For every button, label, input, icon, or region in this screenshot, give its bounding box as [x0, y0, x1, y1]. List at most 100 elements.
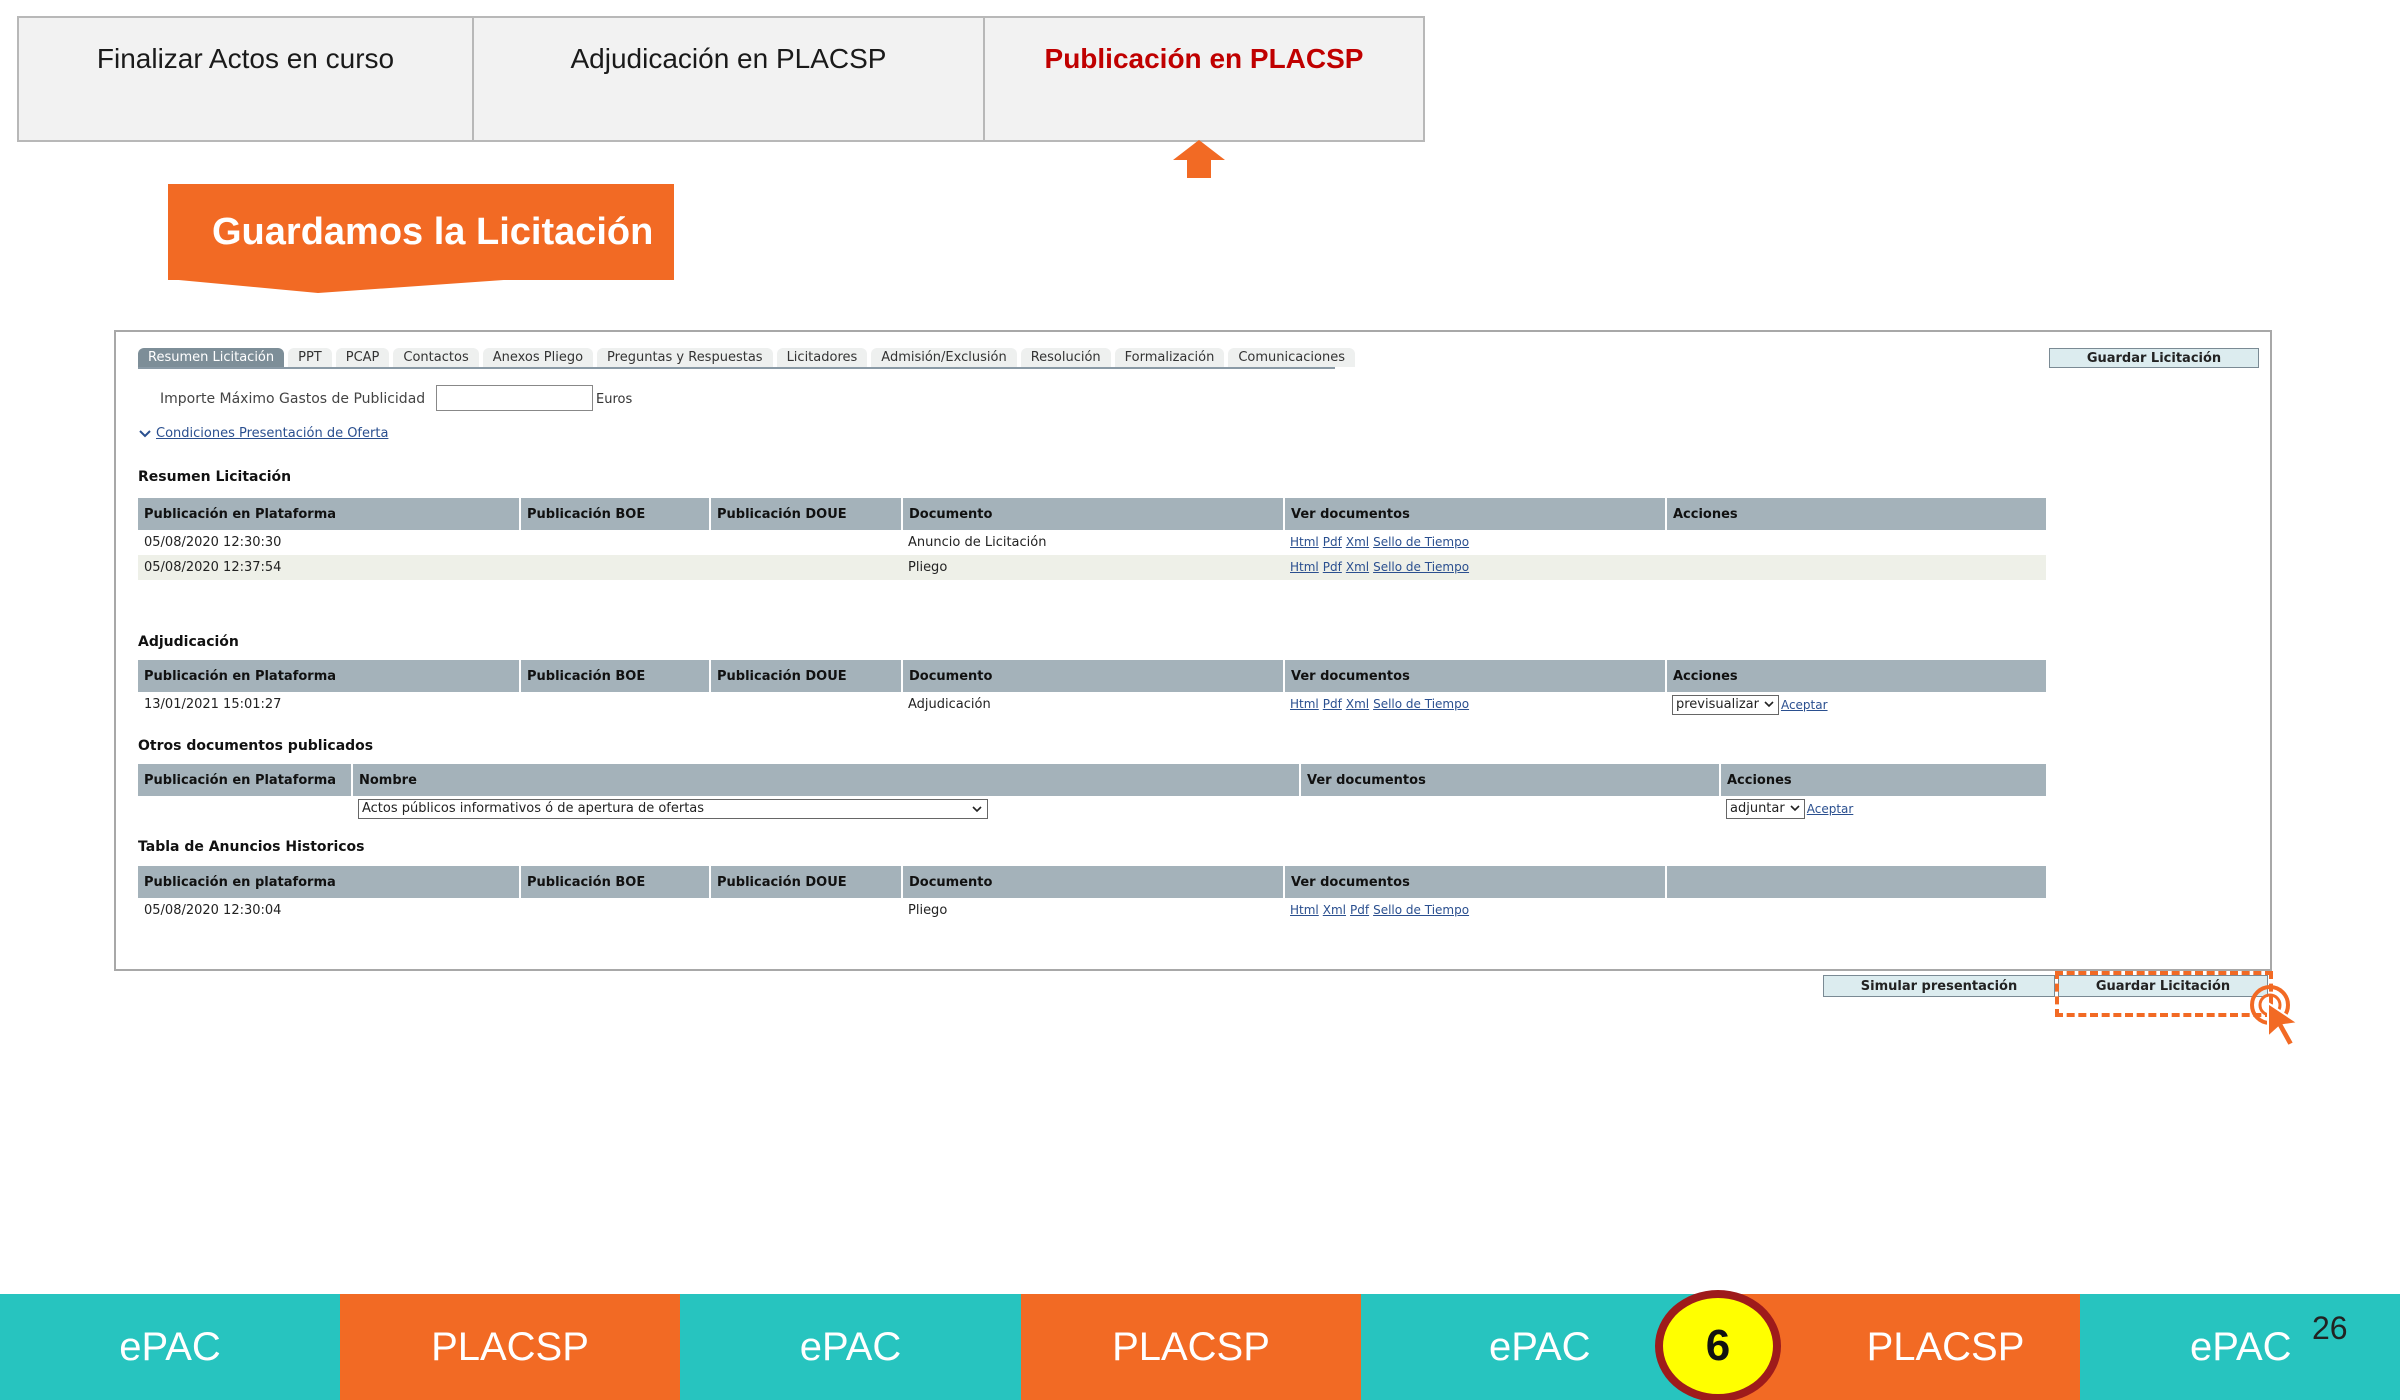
cell-boe [520, 692, 710, 717]
resumen-table: Publicación en Plataforma Publicación BO… [138, 498, 2046, 580]
importe-input[interactable] [436, 385, 593, 411]
cell-acciones [1666, 555, 2046, 580]
condiciones-link[interactable]: Condiciones Presentación de Oferta [156, 426, 388, 441]
cell-documento: Anuncio de Licitación [908, 535, 1047, 550]
tab-comunicaciones[interactable]: Comunicaciones [1228, 347, 1355, 367]
tab-admision-exclusion[interactable]: Admisión/Exclusión [871, 347, 1017, 367]
col-publicacion-plataforma: Publicación en plataforma [138, 866, 521, 898]
footer-epac: ePAC [680, 1294, 1021, 1400]
cell-documento: Adjudicación [908, 697, 991, 712]
tab-contactos[interactable]: Contactos [393, 347, 479, 367]
aceptar-link[interactable]: Aceptar [1807, 802, 1854, 816]
process-steps: Finalizar Actos en curso Adjudicación en… [17, 16, 1425, 142]
chevron-down-icon [1790, 805, 1800, 812]
select-value: previsualizar [1676, 696, 1759, 712]
table-row: Actos públicos informativos ó de apertur… [138, 796, 2046, 821]
col-empty [1666, 866, 2046, 898]
section-otros-title: Otros documentos publicados [138, 738, 374, 754]
cell-boe [520, 530, 710, 555]
col-acciones: Acciones [1720, 764, 2046, 796]
col-documento: Documento [902, 498, 1285, 530]
cell-acciones [1666, 530, 2046, 555]
aceptar-link[interactable]: Aceptar [1781, 698, 1828, 712]
xml-link[interactable]: Xml [1346, 560, 1369, 574]
condiciones-toggle[interactable]: Condiciones Presentación de Oferta [138, 426, 388, 441]
tab-preguntas-respuestas[interactable]: Preguntas y Respuestas [597, 347, 773, 367]
cell-doue [710, 692, 902, 717]
callout-banner: Guardamos la Licitación [168, 184, 674, 280]
xml-link[interactable]: Xml [1323, 903, 1346, 917]
tab-anexos-pliego[interactable]: Anexos Pliego [482, 347, 594, 367]
xml-link[interactable]: Xml [1346, 535, 1369, 549]
tab-ppt[interactable]: PPT [288, 347, 332, 367]
html-link[interactable]: Html [1290, 903, 1319, 917]
tab-licitadores[interactable]: Licitadores [776, 347, 868, 367]
adjuntar-select[interactable]: adjuntar [1726, 798, 1805, 819]
col-ver-documentos: Ver documentos [1284, 866, 1667, 898]
col-publicacion-doue: Publicación DOUE [710, 866, 903, 898]
html-link[interactable]: Html [1290, 535, 1319, 549]
xml-link[interactable]: Xml [1346, 697, 1369, 711]
sello-tiempo-link[interactable]: Sello de Tiempo [1373, 560, 1469, 574]
cell-ver-documentos: Html Pdf Xml Sello de Tiempo [1284, 555, 1666, 580]
table-row: 13/01/2021 15:01:27 Adjudicación Html Pdf… [138, 692, 2046, 717]
cell-acciones: adjuntar Aceptar [1720, 796, 2046, 821]
tab-resolucion[interactable]: Resolución [1020, 347, 1111, 367]
cell-doue [710, 530, 902, 555]
html-link[interactable]: Html [1290, 560, 1319, 574]
footer-epac: ePAC [2080, 1294, 2400, 1400]
step-finalizar-actos: Finalizar Actos en curso [19, 18, 474, 140]
guardar-licitacion-top-button[interactable]: Guardar Licitación [2049, 348, 2259, 368]
historicos-table: Publicación en plataforma Publicación BO… [138, 866, 2046, 923]
step-adjudicacion: Adjudicación en PLACSP [474, 18, 985, 140]
footer-bar: ePAC PLACSP ePAC PLACSP ePAC PLACSP ePAC [0, 1294, 2400, 1400]
pdf-link[interactable]: Pdf [1323, 560, 1342, 574]
footer-placsp: PLACSP [1021, 1294, 1361, 1400]
tab-pcap[interactable]: PCAP [335, 347, 390, 367]
importe-label: Importe Máximo Gastos de Publicidad [160, 391, 426, 407]
cell-ver-documentos: Html Pdf Xml Sello de Tiempo [1284, 692, 1666, 717]
cell-boe [520, 898, 710, 923]
html-link[interactable]: Html [1290, 697, 1319, 711]
col-publicacion-boe: Publicación BOE [520, 866, 711, 898]
cell-documento: Pliego [908, 903, 948, 918]
tab-bar: Resumen Licitación PPT PCAP Contactos An… [138, 347, 1355, 369]
simular-presentacion-button[interactable]: Simular presentación [1823, 975, 2055, 997]
cell-fecha: 13/01/2021 15:01:27 [144, 697, 282, 712]
callout-tail-icon [168, 279, 674, 293]
highlight-dashed-box [2055, 971, 2273, 1017]
adjudicacion-table: Publicación en Plataforma Publicación BO… [138, 660, 2046, 717]
tab-resumen-licitacion[interactable]: Resumen Licitación [138, 347, 285, 367]
col-documento: Documento [902, 660, 1285, 692]
sello-tiempo-link[interactable]: Sello de Tiempo [1373, 903, 1469, 917]
sello-tiempo-link[interactable]: Sello de Tiempo [1373, 697, 1469, 711]
col-ver-documentos: Ver documentos [1300, 764, 1721, 796]
sello-tiempo-link[interactable]: Sello de Tiempo [1373, 535, 1469, 549]
col-publicacion-boe: Publicación BOE [520, 660, 711, 692]
chevron-down-icon [139, 429, 151, 437]
col-ver-documentos: Ver documentos [1284, 660, 1667, 692]
section-historicos-title: Tabla de Anuncios Historicos [138, 839, 365, 855]
page-number: 26 [2312, 1310, 2348, 1346]
col-publicacion-boe: Publicación BOE [520, 498, 711, 530]
cell-fecha: 05/08/2020 12:30:04 [144, 903, 282, 918]
pdf-link[interactable]: Pdf [1323, 697, 1342, 711]
select-value: adjuntar [1730, 800, 1785, 816]
chevron-down-icon [1764, 701, 1774, 708]
cell-documento: Pliego [902, 555, 1284, 580]
pdf-link[interactable]: Pdf [1350, 903, 1369, 917]
previsualizar-select[interactable]: previsualizar [1672, 694, 1779, 715]
cell-doue [710, 898, 902, 923]
pdf-link[interactable]: Pdf [1323, 535, 1342, 549]
table-row: 05/08/2020 12:37:54 Pliego Html Pdf Xml Sel… [138, 555, 2046, 580]
col-publicacion-plataforma: Publicación en Plataforma [138, 498, 521, 530]
step-publicacion: Publicación en PLACSP [1044, 43, 1364, 74]
cell-ver-documentos: Html Pdf Xml Sello de Tiempo [1284, 530, 1666, 555]
col-publicacion-plataforma: Publicación en Plataforma [138, 660, 521, 692]
otros-table: Publicación en Plataforma Nombre Ver doc… [138, 764, 2046, 821]
cell-doue [710, 555, 902, 580]
cell-ver-documentos: Html Xml Pdf Sello de Tiempo [1284, 898, 1666, 923]
nombre-select[interactable]: Actos públicos informativos ó de apertur… [358, 798, 988, 819]
tab-formalizacion[interactable]: Formalización [1114, 347, 1225, 367]
footer-epac: ePAC [0, 1294, 340, 1400]
